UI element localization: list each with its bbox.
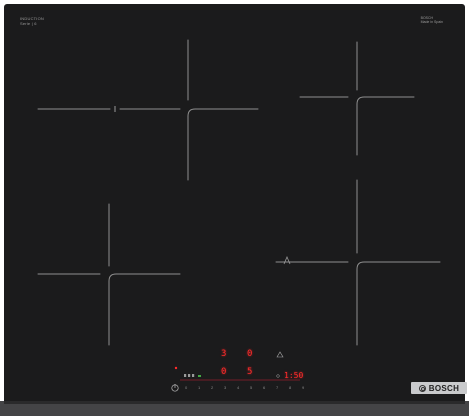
flex-zone-marker <box>283 255 291 265</box>
brand-logo-word: BOSCH <box>428 383 460 393</box>
slider-num[interactable]: 8 <box>289 385 291 390</box>
slider-num[interactable]: 0 <box>185 385 187 390</box>
brand-logo-plate: BOSCH <box>411 382 467 394</box>
zone-indicator-1[interactable] <box>184 374 187 377</box>
zone-left-display: 0 <box>221 367 227 377</box>
zone-top-right-corner <box>356 96 415 156</box>
bosch-logo-icon <box>418 384 426 392</box>
slider-num[interactable]: 2 <box>211 385 213 390</box>
zone-indicator-green <box>198 375 201 377</box>
slider-num[interactable]: 4 <box>237 385 239 390</box>
zone-top-left-corner <box>187 108 259 181</box>
zone-select-icon[interactable] <box>276 351 284 358</box>
zone-top-right-display: 0 <box>247 349 253 359</box>
zone-indicator-3[interactable] <box>192 374 195 377</box>
slider-num[interactable]: 7 <box>276 385 278 390</box>
slider-num[interactable]: 3 <box>224 385 226 390</box>
slider-num[interactable]: 1 <box>198 385 200 390</box>
timer-display: 1:50 <box>284 371 304 380</box>
zone-bottom-left-corner <box>108 273 181 346</box>
zone-markings <box>37 39 441 392</box>
timer-icon[interactable] <box>276 374 280 378</box>
zone-bottom-right-corner <box>356 261 441 346</box>
cooktop-frame-edge <box>4 401 465 404</box>
slider-num[interactable]: 6 <box>263 385 265 390</box>
slider-num[interactable]: 9 <box>302 385 304 390</box>
zone-right-display: 5 <box>247 367 253 377</box>
zone-top-left-display: 3 <box>221 349 227 359</box>
slider-num[interactable]: 5 <box>250 385 252 390</box>
active-indicator-dot <box>174 366 178 370</box>
zone-indicator-2[interactable] <box>188 374 191 377</box>
